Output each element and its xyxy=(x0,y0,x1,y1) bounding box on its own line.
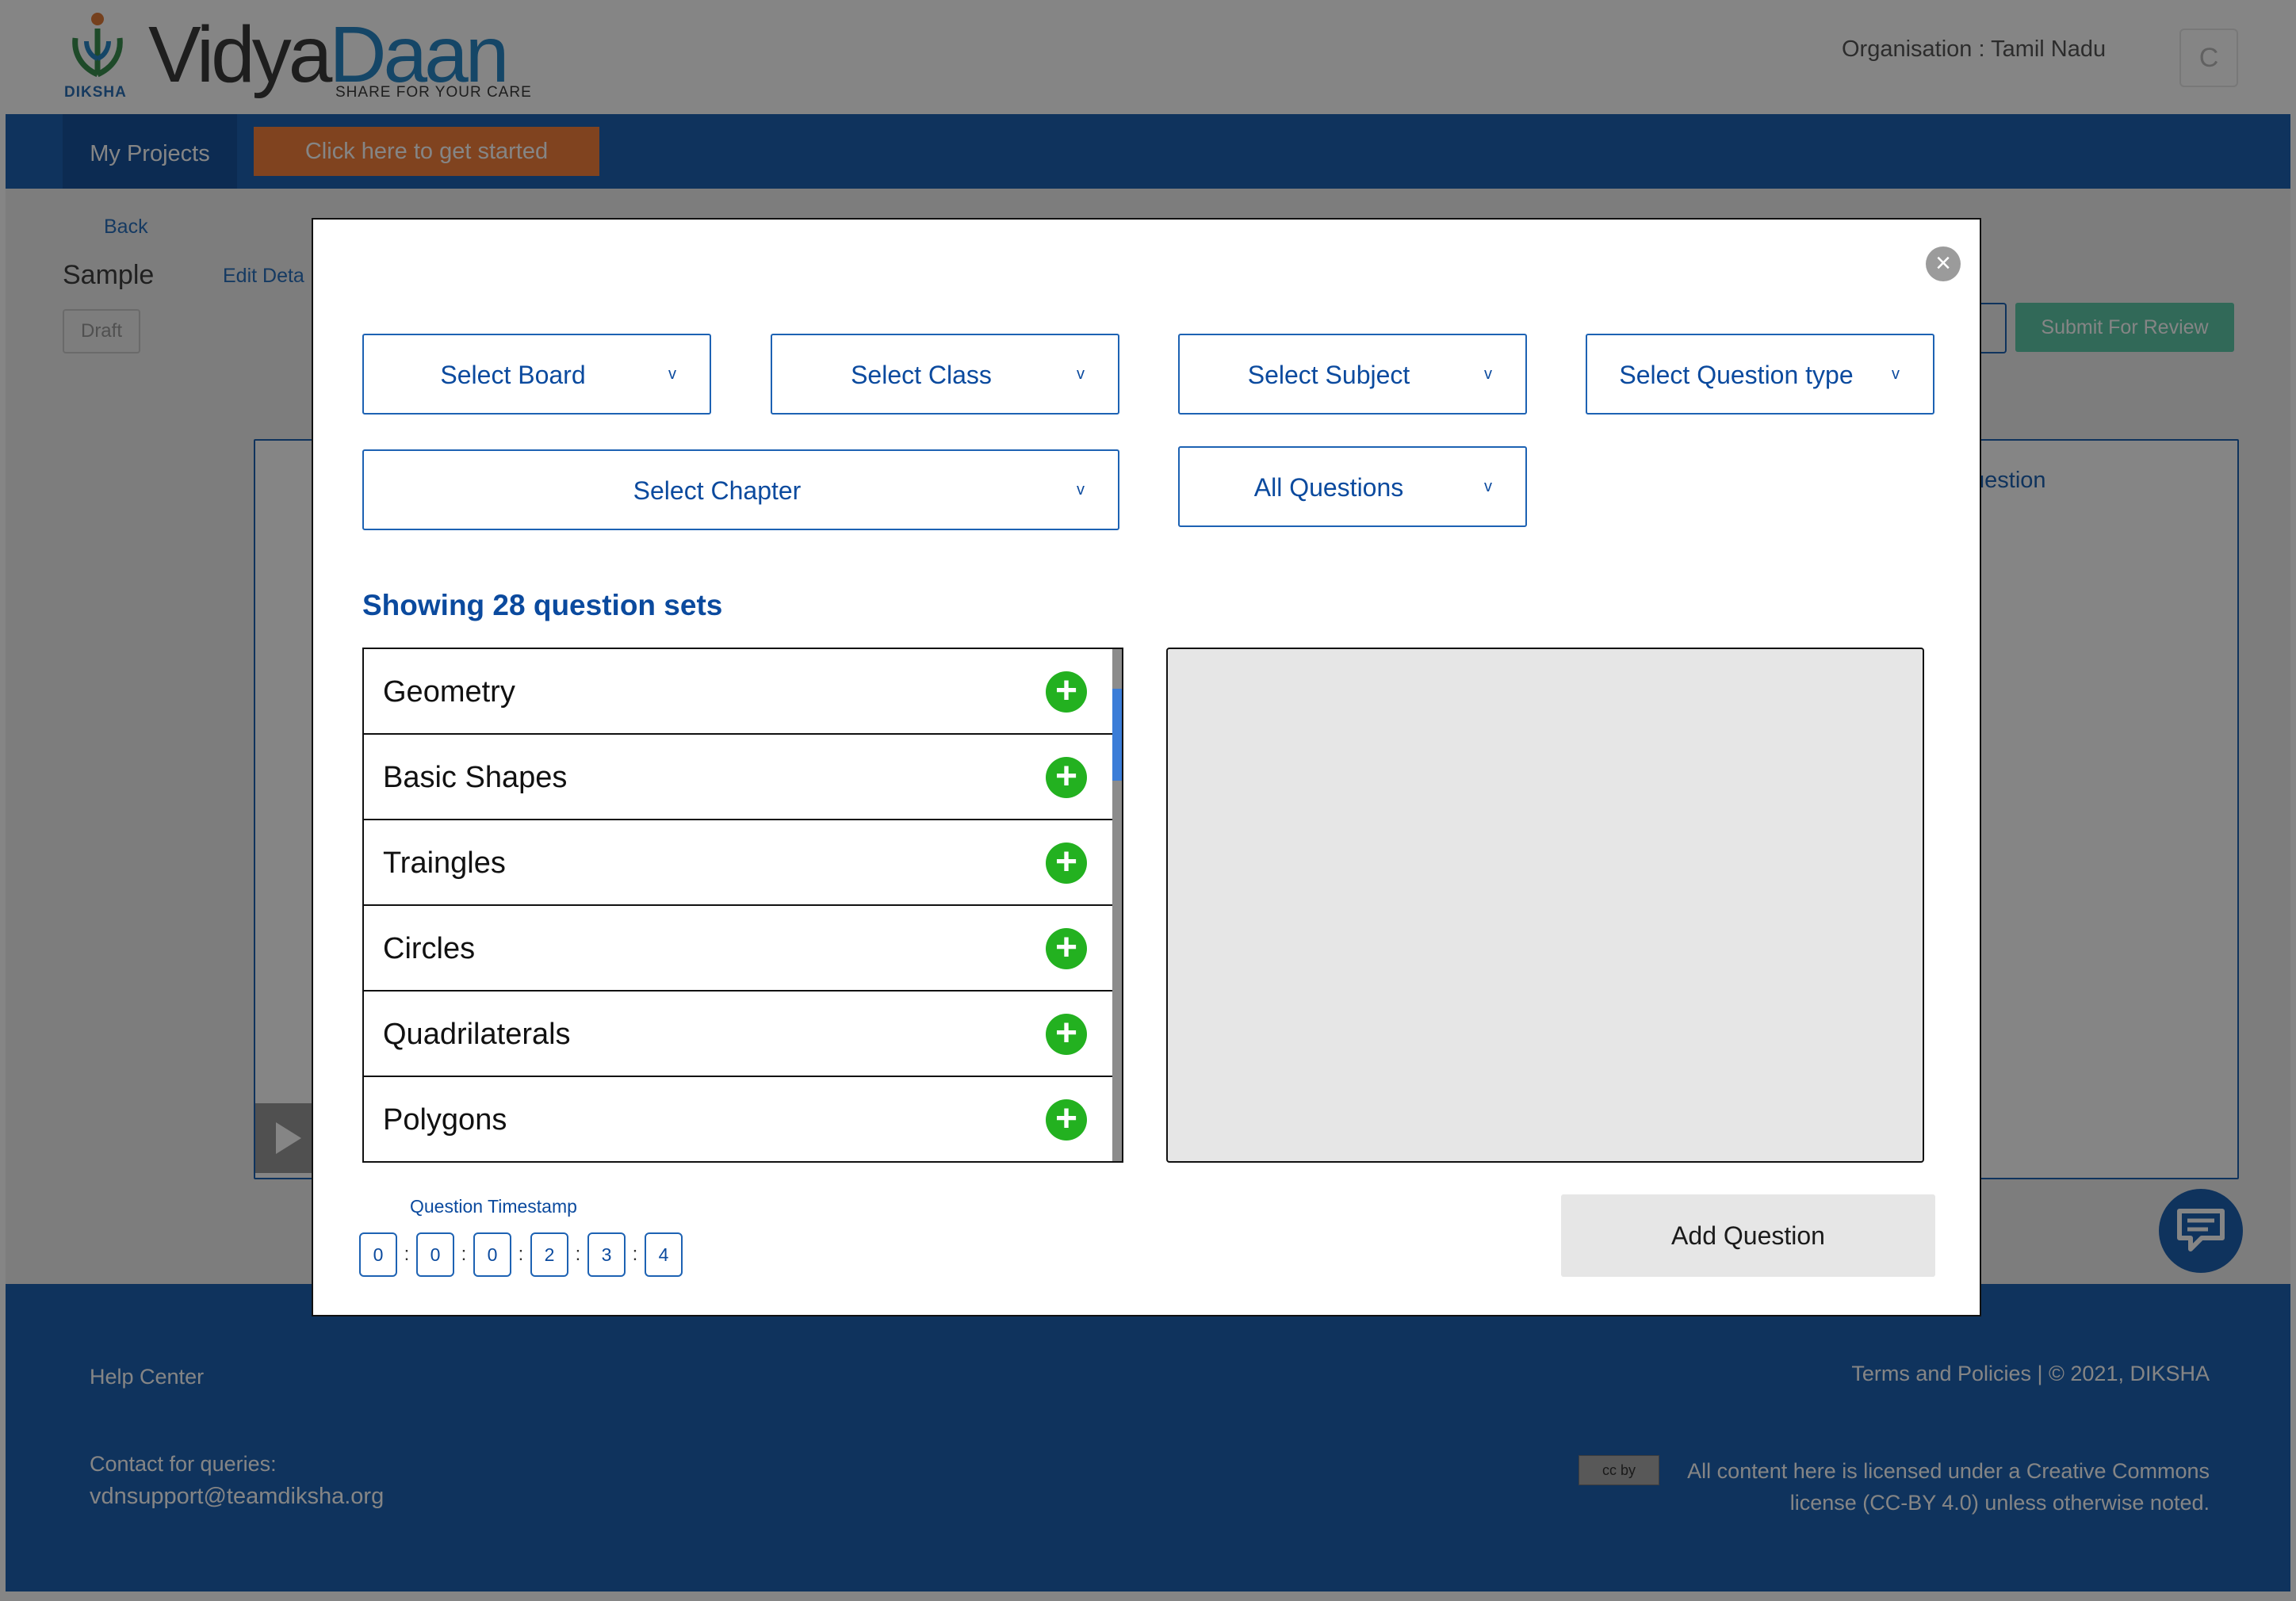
list-item[interactable]: Basic Shapes + xyxy=(364,735,1114,820)
add-icon[interactable]: + xyxy=(1046,1099,1087,1141)
timestamp-separator: : xyxy=(404,1244,410,1265)
select-board-label: Select Board xyxy=(440,361,586,389)
question-set-label: Circles xyxy=(383,932,476,965)
add-icon[interactable]: + xyxy=(1046,928,1087,969)
timestamp-digit-input[interactable]: 2 xyxy=(530,1232,568,1277)
timestamp-separator: : xyxy=(575,1244,581,1265)
timestamp-separator: : xyxy=(518,1244,524,1265)
select-question-type-label: Select Question type xyxy=(1619,361,1854,389)
timestamp-input-group: 0:0:0:2:3:4 xyxy=(359,1232,683,1278)
add-icon[interactable]: + xyxy=(1046,671,1087,713)
add-icon[interactable]: + xyxy=(1046,1014,1087,1055)
add-question-button[interactable]: Add Question xyxy=(1561,1194,1935,1277)
chevron-down-icon: v xyxy=(1077,481,1085,499)
close-icon[interactable]: × xyxy=(1926,246,1961,281)
question-preview-panel xyxy=(1166,648,1924,1163)
question-set-label: Quadrilaterals xyxy=(383,1018,571,1051)
select-question-type-dropdown[interactable]: Select Question type v xyxy=(1586,334,1934,415)
chevron-down-icon: v xyxy=(1484,365,1492,383)
list-item[interactable]: Circles + xyxy=(364,906,1114,992)
chevron-down-icon: v xyxy=(1077,365,1085,383)
question-set-label: Traingles xyxy=(383,846,506,880)
list-item[interactable]: Polygons + xyxy=(364,1077,1114,1161)
timestamp-digit-input[interactable]: 4 xyxy=(645,1232,683,1277)
add-icon[interactable]: + xyxy=(1046,757,1087,798)
select-subject-dropdown[interactable]: Select Subject v xyxy=(1178,334,1527,415)
question-set-label: Geometry xyxy=(383,675,515,709)
timestamp-digit-input[interactable]: 0 xyxy=(359,1232,397,1277)
select-chapter-label: Select Chapter xyxy=(633,476,802,505)
select-chapter-dropdown[interactable]: Select Chapter v xyxy=(362,449,1119,530)
select-class-dropdown[interactable]: Select Class v xyxy=(771,334,1119,415)
chevron-down-icon: v xyxy=(1484,478,1492,495)
list-scrollbar[interactable] xyxy=(1112,649,1122,1161)
question-bank-modal: × Select Board v Select Class v Select S… xyxy=(312,218,1981,1316)
question-set-label: Polygons xyxy=(383,1103,507,1137)
scrollbar-thumb[interactable] xyxy=(1112,689,1122,781)
timestamp-separator: : xyxy=(461,1244,467,1265)
list-item[interactable]: Quadrilaterals + xyxy=(364,992,1114,1077)
select-board-dropdown[interactable]: Select Board v xyxy=(362,334,711,415)
results-count: Showing 28 question sets xyxy=(362,589,723,621)
list-item[interactable]: Geometry + xyxy=(364,649,1114,735)
chevron-down-icon: v xyxy=(668,365,676,383)
question-set-list: Geometry + Basic Shapes + Traingles + Ci… xyxy=(362,648,1123,1163)
all-questions-dropdown[interactable]: All Questions v xyxy=(1178,446,1527,527)
timestamp-separator: : xyxy=(632,1244,638,1265)
list-item[interactable]: Traingles + xyxy=(364,820,1114,906)
all-questions-label: All Questions xyxy=(1253,473,1404,502)
timestamp-label: Question Timestamp xyxy=(410,1196,577,1217)
timestamp-digit-input[interactable]: 0 xyxy=(416,1232,454,1277)
timestamp-digit-input[interactable]: 3 xyxy=(587,1232,626,1277)
add-icon[interactable]: + xyxy=(1046,843,1087,884)
select-class-label: Select Class xyxy=(851,361,992,389)
chevron-down-icon: v xyxy=(1892,365,1900,383)
timestamp-digit-input[interactable]: 0 xyxy=(473,1232,511,1277)
question-set-label: Basic Shapes xyxy=(383,761,568,794)
select-subject-label: Select Subject xyxy=(1247,361,1410,389)
